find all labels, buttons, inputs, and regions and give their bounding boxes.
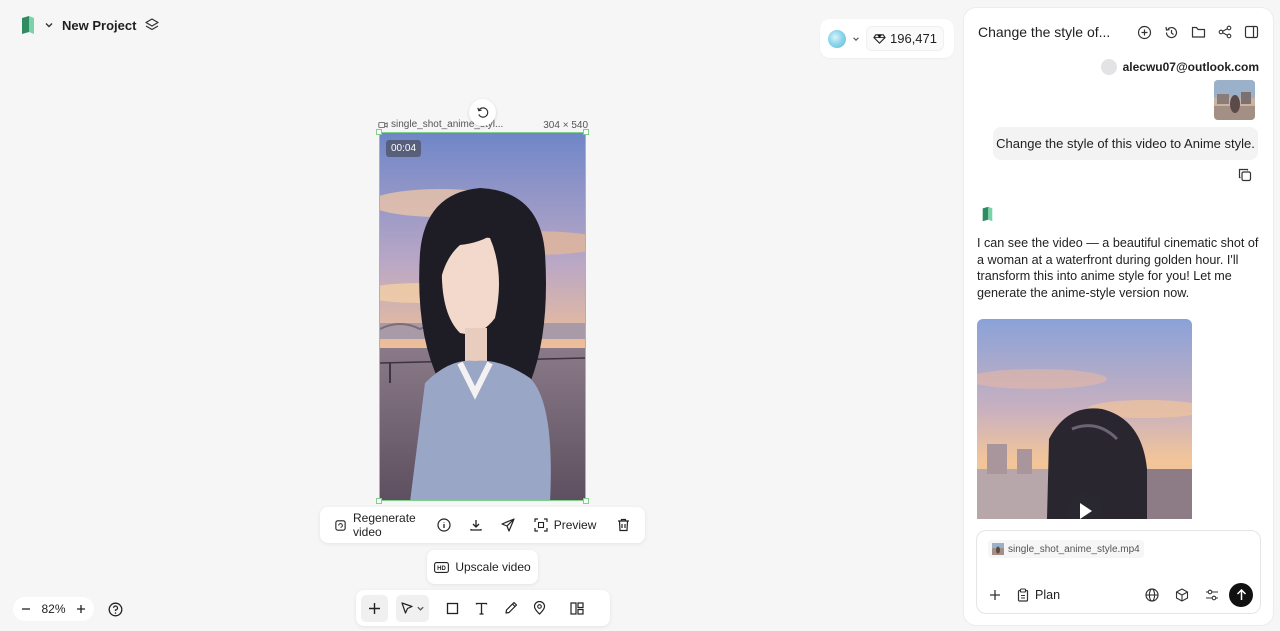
square-icon: [446, 602, 459, 615]
generated-video-still: [977, 319, 1192, 519]
project-header: New Project: [20, 14, 160, 36]
user-email: alecwu07@outlook.com: [1122, 60, 1259, 74]
frame-size: 304 × 540: [543, 120, 588, 131]
preview-button[interactable]: Preview: [530, 514, 601, 536]
video-camera-icon: [378, 120, 388, 130]
trash-icon: [617, 518, 630, 532]
app-logo-icon[interactable]: [20, 15, 36, 35]
map-pin-icon: [533, 601, 546, 615]
chat-header: Change the style of...: [964, 8, 1273, 56]
gem-icon: [873, 32, 886, 45]
info-button[interactable]: [430, 514, 458, 536]
send-button[interactable]: [494, 514, 522, 536]
send-message-button[interactable]: [1229, 583, 1253, 607]
svg-text:HD: HD: [437, 565, 446, 571]
draw-tool-button[interactable]: [497, 595, 524, 622]
video-thumbnail-icon: [992, 543, 1004, 555]
cursor-icon: [400, 601, 414, 615]
info-icon: [437, 518, 451, 532]
preview-icon: [534, 518, 548, 532]
anime-video-still: [380, 133, 585, 500]
chat-title[interactable]: Change the style of...: [978, 24, 1137, 40]
credits-bar: 196,471: [820, 19, 954, 58]
new-chat-icon[interactable]: [1137, 25, 1152, 40]
rotate-icon: [476, 106, 489, 119]
chevron-down-icon: [416, 604, 425, 613]
plus-icon: [368, 602, 381, 615]
resize-handle[interactable]: [583, 498, 589, 504]
hd-icon: HD: [434, 561, 450, 573]
layout-icon: [569, 601, 584, 615]
rotate-button[interactable]: [469, 99, 496, 126]
upscale-video-button[interactable]: HD Upscale video: [427, 550, 538, 584]
assistant-logo-icon: [981, 206, 994, 222]
chevron-down-icon[interactable]: [44, 20, 54, 30]
share-icon[interactable]: [1218, 25, 1232, 40]
attachment-chip[interactable]: single_shot_anime_style.mp4: [988, 540, 1144, 558]
duration-badge: 00:04: [386, 140, 422, 157]
chevron-down-icon[interactable]: [852, 35, 860, 43]
history-icon[interactable]: [1164, 25, 1179, 40]
arrow-up-icon: [1236, 589, 1247, 601]
video-action-bar: Regenerate video Preview: [320, 507, 645, 543]
resize-handle[interactable]: [376, 129, 382, 135]
delete-button[interactable]: [610, 514, 637, 536]
play-icon: [1077, 502, 1093, 519]
paper-plane-icon: [501, 518, 515, 532]
copy-icon[interactable]: [1238, 168, 1252, 182]
globe-icon[interactable]: [1145, 588, 1159, 602]
resize-handle[interactable]: [376, 498, 382, 504]
user-message: Change the style of this video to Anime …: [993, 127, 1258, 160]
add-attachment-icon[interactable]: [989, 589, 1001, 601]
download-icon: [469, 518, 483, 532]
cube-icon[interactable]: [1175, 588, 1189, 602]
download-button[interactable]: [462, 514, 490, 536]
zoom-level[interactable]: 82%: [41, 602, 65, 616]
attached-video-thumbnail[interactable]: [1214, 80, 1255, 120]
model-orb-icon[interactable]: [828, 29, 846, 48]
input-footer: Plan: [985, 583, 1253, 607]
regenerate-video-button[interactable]: Regenerate video: [330, 507, 420, 543]
resize-handle[interactable]: [583, 129, 589, 135]
assistant-message: I can see the video — a beautiful cinema…: [977, 236, 1259, 301]
canvas-toolbar: [356, 590, 610, 626]
folder-icon[interactable]: [1191, 25, 1206, 40]
clipboard-icon: [1017, 588, 1029, 602]
pencil-icon: [504, 601, 518, 615]
zoom-in-button[interactable]: [76, 604, 86, 614]
chat-input-box[interactable]: single_shot_anime_style.mp4 Plan: [976, 530, 1261, 614]
select-tool-button[interactable]: [396, 594, 429, 622]
layout-tool-button[interactable]: [563, 595, 590, 622]
plan-button[interactable]: Plan: [1017, 588, 1060, 602]
zoom-out-button[interactable]: [21, 604, 31, 614]
settings-sliders-icon[interactable]: [1205, 588, 1219, 602]
text-icon: [475, 602, 488, 615]
attachment-name: single_shot_anime_style.mp4: [1008, 543, 1140, 555]
user-row: alecwu07@outlook.com: [1100, 59, 1259, 75]
text-tool-button[interactable]: [468, 595, 495, 622]
chat-panel: Change the style of... alecwu07@outlook.…: [964, 8, 1273, 625]
project-title[interactable]: New Project: [62, 18, 136, 33]
generated-video-card[interactable]: [977, 319, 1192, 519]
zoom-control: 82%: [13, 597, 94, 621]
layers-icon[interactable]: [144, 17, 160, 33]
sidebar-toggle-icon[interactable]: [1244, 25, 1259, 40]
help-icon: [108, 602, 123, 617]
video-frame[interactable]: 00:04: [379, 132, 586, 501]
credits-value: 196,471: [890, 31, 937, 46]
regenerate-icon: [334, 519, 347, 532]
credits-button[interactable]: 196,471: [866, 26, 944, 51]
help-button[interactable]: [106, 600, 124, 618]
pin-tool-button[interactable]: [526, 595, 553, 622]
avatar: [1100, 59, 1117, 75]
frame-tool-button[interactable]: [439, 595, 466, 622]
add-tool-button[interactable]: [361, 594, 388, 622]
